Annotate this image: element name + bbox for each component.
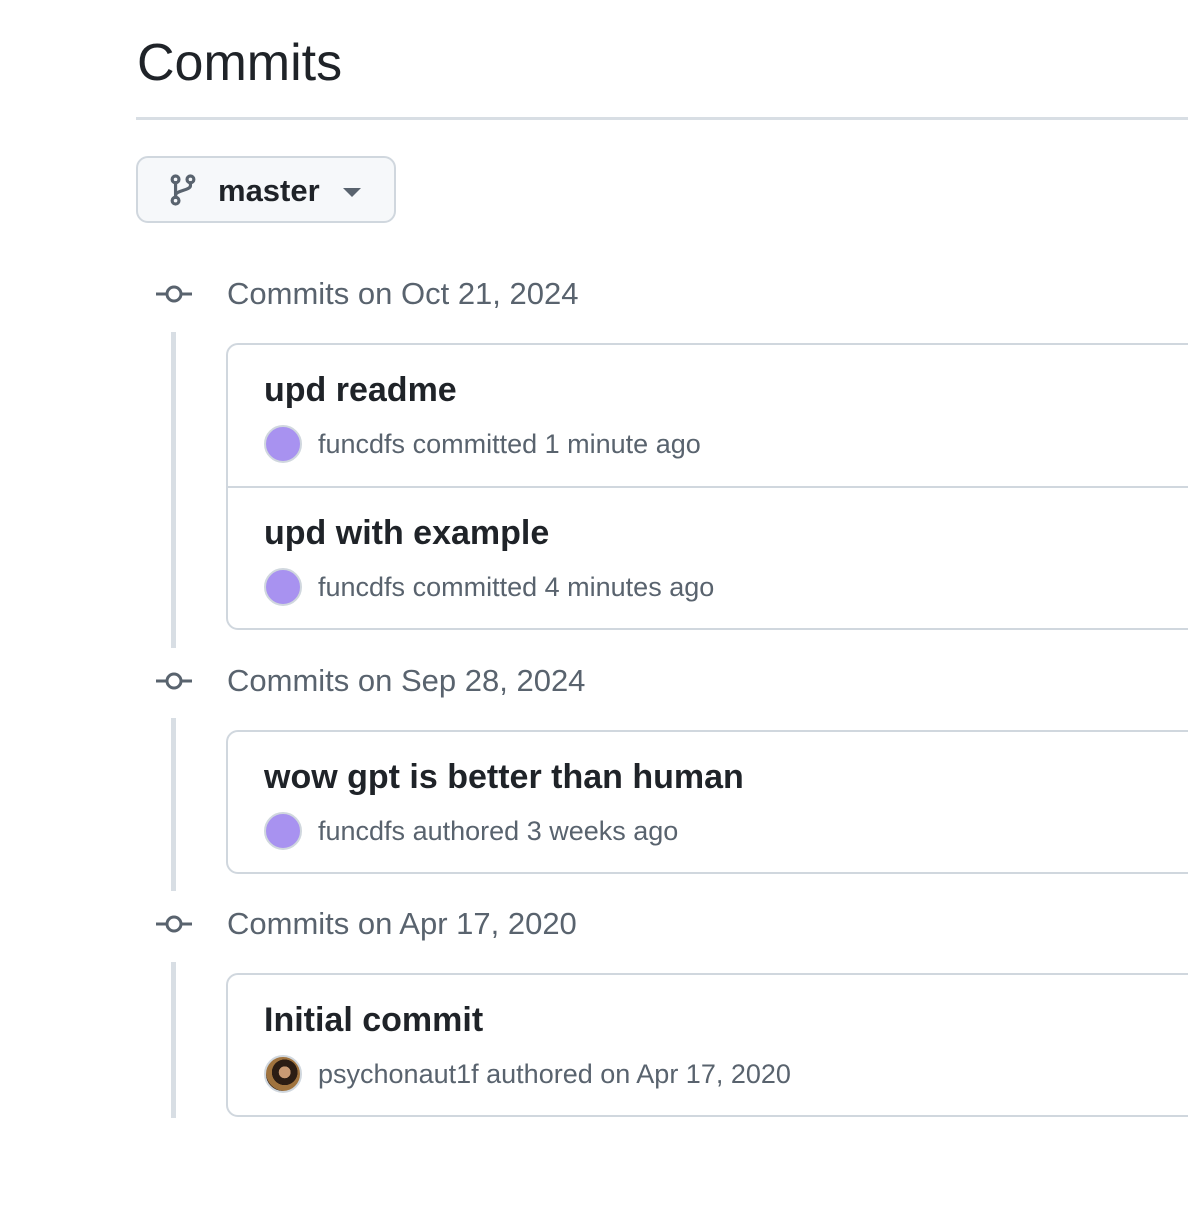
commit-row: upd with example funcdfs committed 4 min… [228, 486, 1188, 627]
commit-row: upd readme funcdfs committed 1 minute ag… [228, 345, 1188, 486]
commit-list: wow gpt is better than human funcdfs aut… [226, 730, 1188, 874]
commit-meta: funcdfs committed 1 minute ago [318, 427, 701, 461]
commit-author-link[interactable]: funcdfs [318, 816, 405, 846]
commit-time: 1 minute ago [544, 429, 701, 459]
commit-group-date: Commits on Oct 21, 2024 [227, 276, 579, 311]
commit-action: authored [412, 816, 520, 846]
commit-title-link[interactable]: wow gpt is better than human [264, 756, 744, 798]
commit-author-link[interactable]: funcdfs [318, 572, 405, 602]
branch-label: master [218, 173, 320, 208]
commit-title-link[interactable]: upd readme [264, 369, 457, 411]
timeline-line [171, 962, 176, 1118]
commits-page: Commits master Commits on Oct 21, 2024 u… [0, 0, 1188, 1224]
git-commit-icon [156, 672, 192, 690]
commit-action: committed [412, 429, 538, 459]
timeline-line [171, 718, 176, 891]
commit-time: on Apr 17, 2020 [600, 1059, 791, 1089]
commit-meta: funcdfs authored 3 weeks ago [318, 814, 678, 848]
timeline-line [171, 332, 176, 648]
commit-action: committed [412, 572, 538, 602]
commit-title-link[interactable]: Initial commit [264, 999, 483, 1041]
git-commit-icon [156, 285, 192, 303]
commit-list: Initial commit psychonaut1f authored on … [226, 973, 1188, 1117]
commit-time: 4 minutes ago [544, 572, 715, 602]
page-title: Commits [137, 34, 343, 92]
commit-group-date: Commits on Apr 17, 2020 [227, 906, 577, 941]
commit-row: Initial commit psychonaut1f authored on … [228, 975, 1188, 1115]
commit-time: 3 weeks ago [526, 816, 679, 846]
avatar[interactable] [264, 425, 302, 463]
commit-meta: funcdfs committed 4 minutes ago [318, 570, 714, 604]
commit-title-link[interactable]: upd with example [264, 512, 549, 554]
avatar[interactable] [264, 1055, 302, 1093]
chevron-down-icon [343, 188, 361, 197]
commit-group-date: Commits on Sep 28, 2024 [227, 663, 586, 698]
commit-author-link[interactable]: funcdfs [318, 429, 405, 459]
avatar[interactable] [264, 812, 302, 850]
commit-row: wow gpt is better than human funcdfs aut… [228, 732, 1188, 872]
commit-action: authored [486, 1059, 593, 1089]
title-divider [136, 117, 1188, 120]
commit-list: upd readme funcdfs committed 1 minute ag… [226, 343, 1188, 630]
branch-selector-button[interactable]: master [136, 156, 396, 223]
commit-author-link[interactable]: psychonaut1f [318, 1059, 479, 1089]
avatar[interactable] [264, 568, 302, 606]
git-branch-icon [170, 174, 196, 206]
git-commit-icon [156, 915, 192, 933]
commit-meta: psychonaut1f authored on Apr 17, 2020 [318, 1057, 791, 1091]
